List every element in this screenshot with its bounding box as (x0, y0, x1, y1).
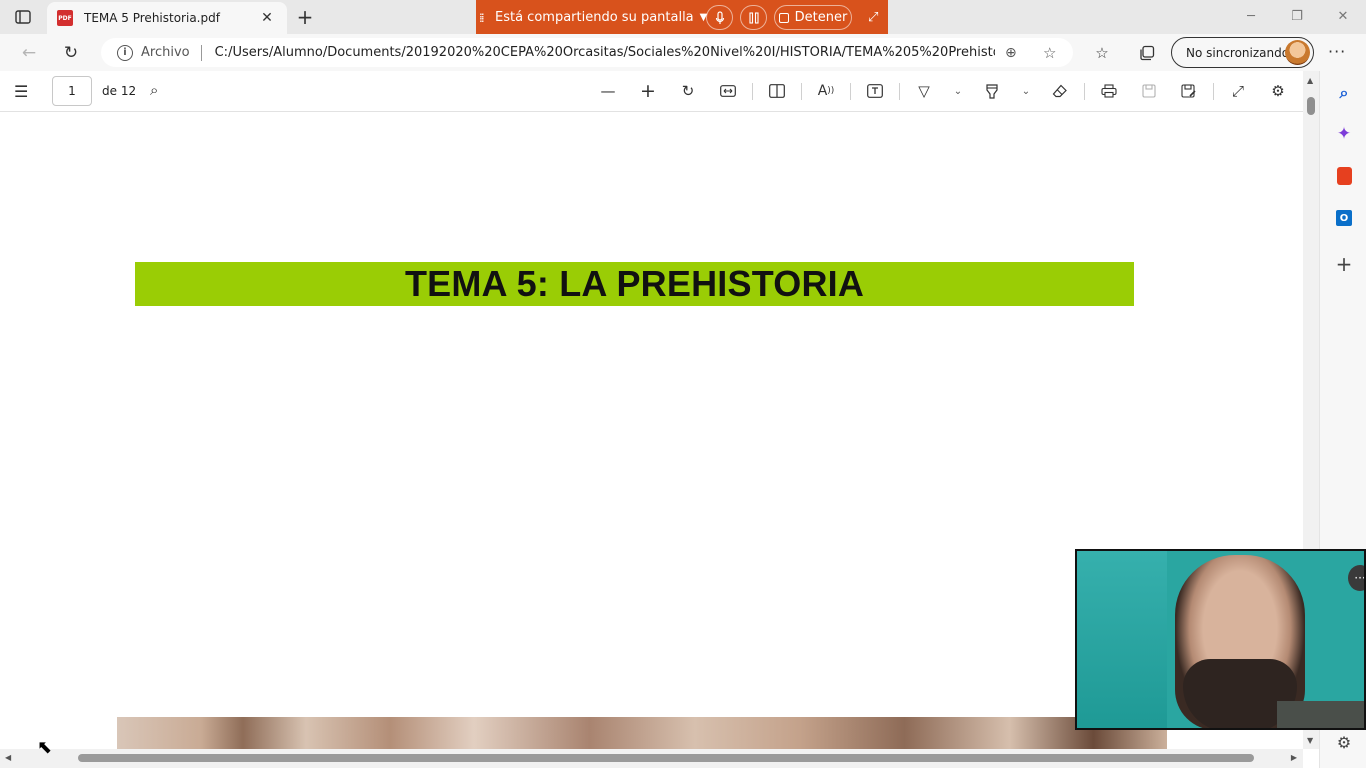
webcam-person-shirt (1277, 701, 1364, 728)
tab-strip: PDF TEMA 5 Prehistoria.pdf ✕ + ⁞⁞ Está c… (0, 0, 1366, 35)
back-arrow-icon: ← (21, 43, 37, 63)
stop-icon (778, 12, 789, 23)
scroll-up-icon[interactable]: ▲ (1307, 76, 1313, 85)
print-icon[interactable] (1098, 80, 1120, 102)
toolbar-separator (1084, 83, 1085, 100)
url-text[interactable]: C:/Users/Alumno/Documents/20192020%20CEP… (215, 45, 995, 60)
close-icon[interactable]: ✕ (257, 8, 277, 28)
minimize-button[interactable]: ─ (1228, 0, 1274, 32)
chevron-down-icon[interactable]: ⌄ (951, 80, 965, 102)
highlight-icon[interactable] (981, 80, 1003, 102)
save-icon[interactable] (1138, 80, 1160, 102)
draw-icon[interactable]: ▽ (913, 80, 935, 102)
copilot-icon[interactable]: ✦ (1333, 123, 1355, 145)
address-separator (200, 44, 202, 61)
window-controls: ─ ❐ ✕ (1228, 0, 1366, 32)
avatar (1285, 40, 1310, 65)
read-aloud-icon[interactable]: A)) (815, 80, 837, 102)
office-icon[interactable] (1333, 165, 1355, 187)
outlook-icon[interactable]: O (1333, 207, 1355, 229)
profile-status-label: No sincronizando (1186, 45, 1290, 60)
toolbar-separator (801, 83, 802, 100)
favorites-button[interactable]: ☆ (1090, 41, 1114, 65)
pause-sharing-button[interactable] (740, 5, 767, 30)
document-title-banner: TEMA 5: LA PREHISTORIA (135, 262, 1134, 306)
address-bar[interactable]: i Archivo C:/Users/Alumno/Documents/2019… (101, 38, 1073, 67)
scroll-right-icon[interactable]: ▶ (1291, 753, 1297, 762)
browser-toolbar: ← ↻ i Archivo C:/Users/Alumno/Documents/… (0, 34, 1366, 71)
collections-button[interactable] (1135, 41, 1159, 65)
fullscreen-icon[interactable]: ⤢ (1227, 80, 1249, 102)
screen-share-label[interactable]: Está compartiendo su pantalla (495, 10, 694, 25)
table-of-contents-icon[interactable]: ☰ (14, 82, 28, 101)
microphone-icon (715, 10, 724, 24)
drag-handle-icon[interactable]: ⁞⁞ (479, 11, 493, 25)
page-total: de 12 (102, 84, 137, 98)
plus-icon[interactable]: + (1333, 252, 1355, 276)
collections-icon (1140, 45, 1155, 61)
reload-button[interactable]: ↻ (58, 40, 84, 66)
ellipsis-icon[interactable]: ··· (1328, 42, 1346, 61)
stop-sharing-label: Detener (794, 10, 848, 25)
page-number-input[interactable]: 1 (52, 76, 92, 106)
horizontal-scrollbar[interactable]: ◀ ▶ (0, 749, 1303, 768)
toolbar-separator (752, 83, 753, 100)
star-plus-icon[interactable]: ☆ (1043, 44, 1056, 62)
scroll-thumb[interactable] (1307, 97, 1315, 115)
search-icon[interactable]: ⌕ (1333, 82, 1355, 104)
favorites-icon: ☆ (1095, 44, 1109, 62)
gear-icon[interactable]: ⚙ (1267, 80, 1289, 102)
text-box-icon[interactable] (864, 80, 886, 102)
zoom-icon[interactable]: ⊕ (1005, 45, 1017, 61)
webcam-preview[interactable]: ··· (1075, 549, 1366, 730)
scroll-thumb[interactable] (78, 754, 1254, 762)
stop-sharing-button[interactable]: Detener (774, 5, 852, 30)
plus-icon: + (296, 5, 314, 29)
screen-share-bar: ⁞⁞ Está compartiendo su pantalla ▼ Deten… (476, 0, 888, 35)
page-view-icon[interactable] (766, 80, 788, 102)
tab-actions-icon[interactable] (12, 7, 34, 27)
rotate-icon[interactable]: ↻ (677, 80, 699, 102)
fit-width-icon[interactable] (717, 80, 739, 102)
save-as-icon[interactable] (1178, 80, 1200, 102)
eraser-icon[interactable] (1049, 80, 1071, 102)
back-button[interactable]: ← (16, 40, 42, 66)
microphone-button[interactable] (706, 5, 733, 30)
document-image (117, 717, 1167, 749)
restore-button[interactable]: ❐ (1274, 0, 1320, 32)
toolbar-separator (899, 83, 900, 100)
webcam-background (1077, 551, 1167, 728)
plus-icon[interactable]: + (637, 80, 659, 102)
info-icon[interactable]: i (117, 44, 133, 61)
ellipsis-icon[interactable]: ··· (1348, 565, 1364, 591)
close-window-button[interactable]: ✕ (1320, 0, 1366, 32)
tab-title: TEMA 5 Prehistoria.pdf (84, 11, 220, 25)
document-title: TEMA 5: LA PREHISTORIA (404, 263, 865, 304)
pdf-toolbar: ☰ 1 de 12 ⌕ — + ↻ A)) ▽ ⌄ ⌄ ⤢ ⚙ (0, 71, 1319, 112)
gear-icon[interactable]: ⚙ (1333, 731, 1355, 753)
mouse-cursor-icon: ⬉ (37, 737, 53, 758)
scroll-left-icon[interactable]: ◀ (5, 753, 11, 762)
profile-button[interactable]: No sincronizando (1171, 37, 1314, 68)
expand-icon[interactable]: ⤢ (868, 10, 878, 25)
toolbar-separator (850, 83, 851, 100)
toolbar-separator (1213, 83, 1214, 100)
reload-icon: ↻ (63, 43, 79, 63)
pause-icon (748, 11, 759, 24)
minus-icon[interactable]: — (597, 80, 619, 102)
tab-pdf[interactable]: PDF TEMA 5 Prehistoria.pdf ✕ (47, 2, 287, 34)
address-prefix: Archivo (141, 45, 190, 60)
scroll-down-icon[interactable]: ▼ (1307, 736, 1313, 745)
pdf-file-icon: PDF (57, 10, 73, 26)
search-icon[interactable]: ⌕ (150, 81, 158, 99)
chevron-down-icon[interactable]: ⌄ (1019, 80, 1033, 102)
new-tab-button[interactable]: + (293, 5, 317, 29)
